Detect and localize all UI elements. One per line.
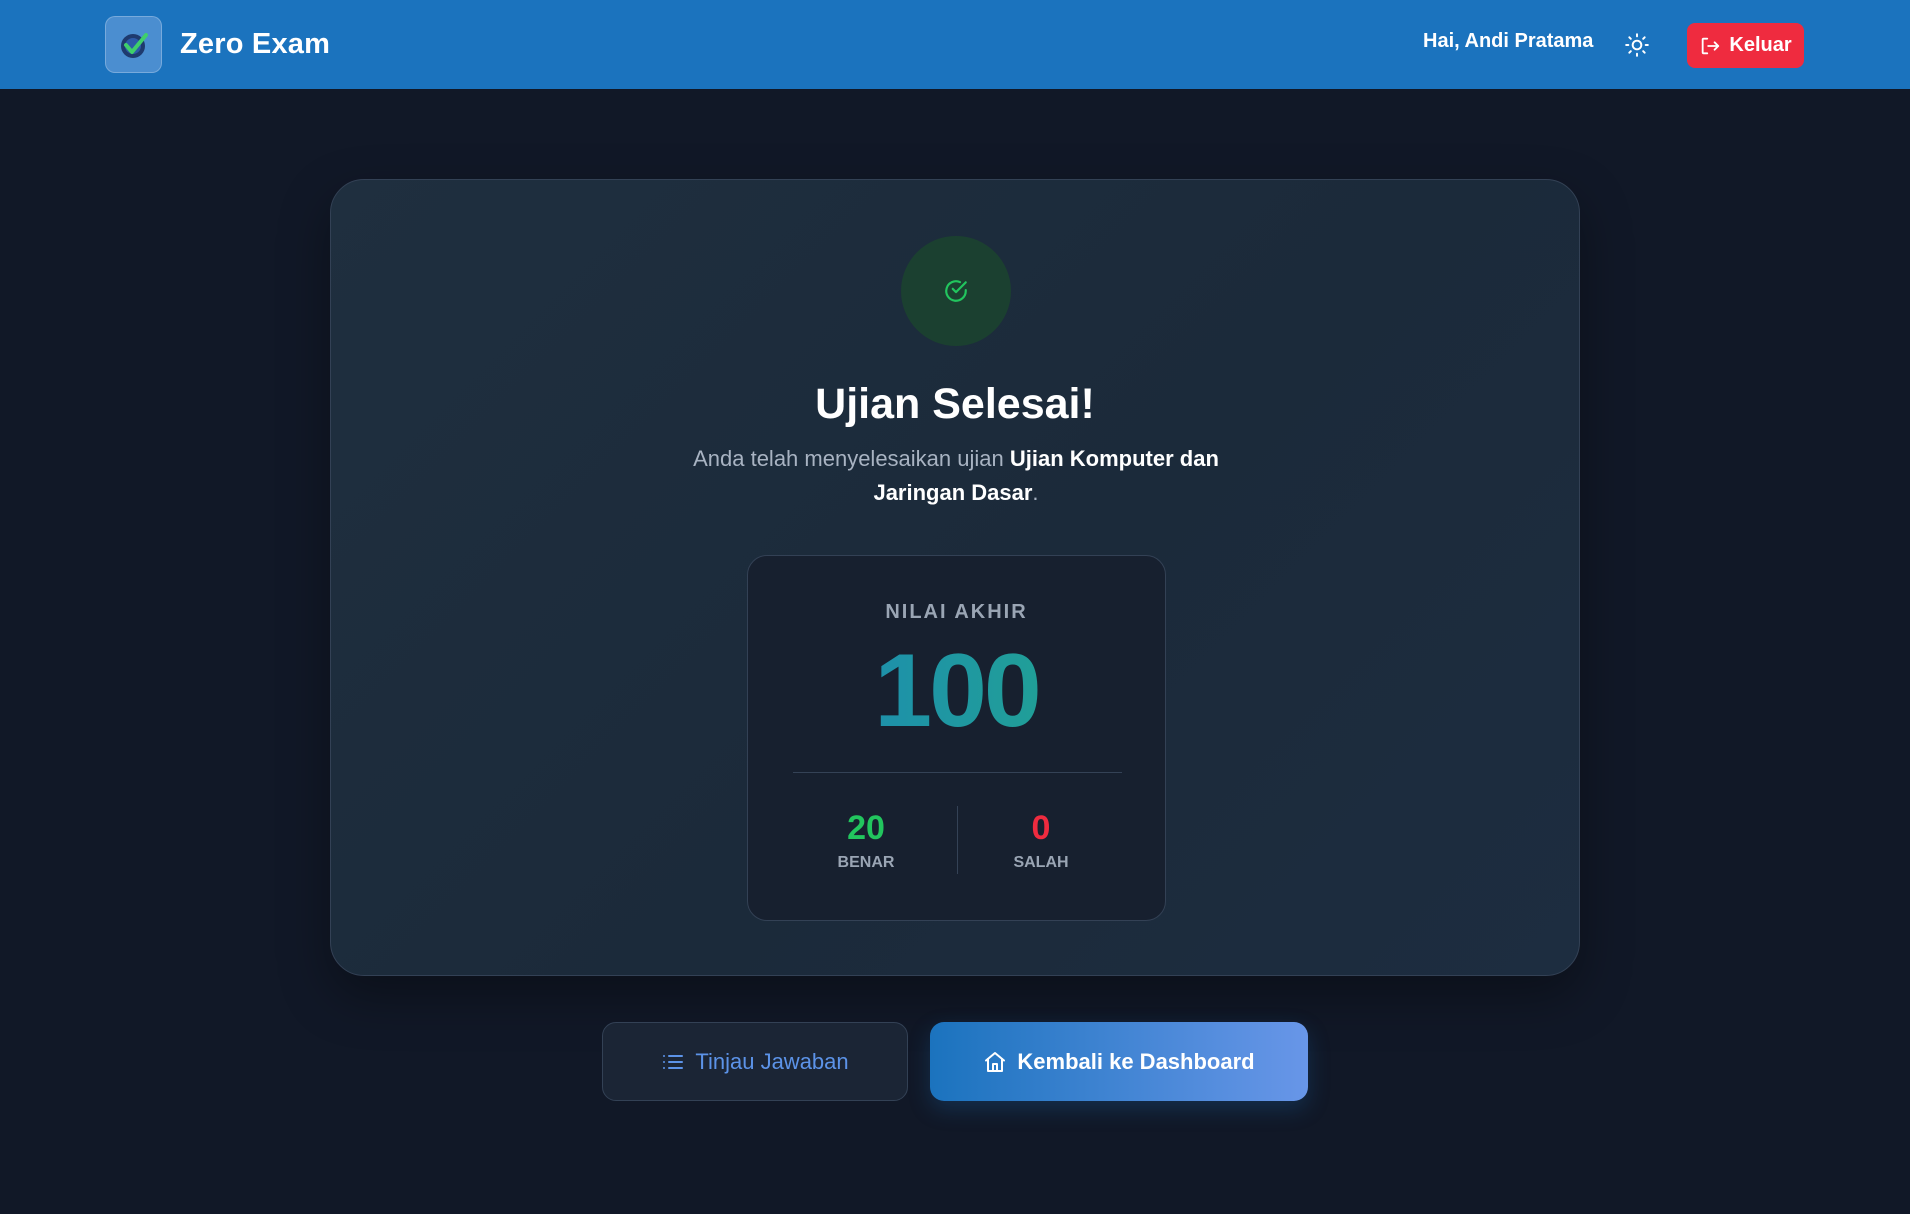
review-label: Tinjau Jawaban: [695, 1048, 849, 1074]
result-card: Ujian Selesai! Anda telah menyelesaikan …: [330, 179, 1580, 976]
correct-label: BENAR: [837, 854, 895, 871]
logout-icon: [1699, 35, 1721, 57]
logout-button[interactable]: Keluar: [1687, 23, 1804, 68]
success-badge: [901, 236, 1011, 346]
dashboard-label: Kembali ke Dashboard: [1017, 1048, 1255, 1074]
sun-icon: [1624, 32, 1650, 58]
back-to-dashboard-button[interactable]: Kembali ke Dashboard: [930, 1022, 1308, 1101]
theme-toggle-button[interactable]: [1619, 27, 1655, 63]
wrong-stat: 0 SALAH: [966, 808, 1116, 872]
result-title: Ujian Selesai!: [815, 380, 1095, 428]
user-greeting: Hai, Andi Pratama: [1423, 30, 1594, 52]
check-logo-icon: [105, 16, 162, 73]
list-icon: [661, 1050, 685, 1074]
review-answers-button[interactable]: Tinjau Jawaban: [602, 1022, 908, 1101]
score-label: NILAI AKHIR: [885, 601, 1028, 623]
description-prefix: Anda telah menyelesaikan ujian: [693, 446, 1004, 471]
correct-stat: 20 BENAR: [791, 808, 941, 872]
app-name: Zero Exam: [180, 28, 331, 60]
wrong-count: 0: [1031, 809, 1051, 847]
stat-divider: [957, 806, 958, 874]
home-icon: [983, 1050, 1007, 1074]
logout-label: Keluar: [1729, 34, 1792, 56]
check-circle-icon: [943, 278, 969, 304]
correct-count: 20: [847, 809, 885, 847]
description-suffix: .: [1032, 480, 1039, 505]
final-score: 100: [748, 636, 1165, 746]
score-box: NILAI AKHIR 100 20 BENAR 0 SALAH: [747, 555, 1166, 921]
score-divider: [793, 772, 1122, 773]
top-navbar: Zero Exam Hai, Andi Pratama Keluar: [0, 0, 1910, 89]
result-description: Anda telah menyelesaikan ujian Ujian Kom…: [676, 442, 1236, 510]
wrong-label: SALAH: [1013, 854, 1069, 871]
brand[interactable]: Zero Exam: [105, 16, 330, 73]
exam-result-page: Zero Exam Hai, Andi Pratama Keluar Ujian…: [0, 0, 1910, 1214]
